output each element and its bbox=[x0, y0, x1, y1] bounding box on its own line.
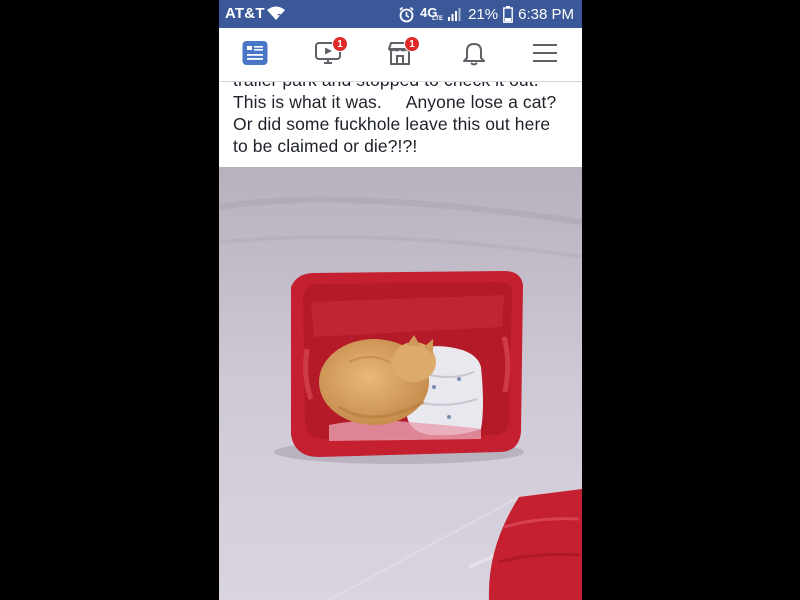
phone-screen: AT&T ? 4G LTE 21% 6:38 PM 1 1 This is wh… bbox=[219, 0, 582, 600]
status-bar: AT&T ? 4G LTE 21% 6:38 PM bbox=[219, 0, 582, 28]
post-text-line: Or did some fuckhole leave this out here bbox=[233, 114, 551, 134]
battery-percent: 21% bbox=[468, 5, 499, 23]
post-text: trailer park and stopped to check it out… bbox=[219, 82, 582, 167]
alarm-icon bbox=[398, 6, 415, 23]
network-sub-label: LTE bbox=[432, 16, 443, 22]
carrier-label: AT&T bbox=[225, 5, 265, 22]
battery-icon bbox=[503, 5, 514, 23]
cat-in-bin-photo bbox=[219, 167, 582, 600]
nav-watch[interactable]: 1 bbox=[308, 36, 348, 72]
wifi-icon: ? bbox=[266, 5, 286, 25]
nav-notifications[interactable] bbox=[454, 38, 494, 72]
post-photo[interactable] bbox=[219, 167, 582, 600]
hamburger-menu-icon bbox=[531, 39, 559, 72]
nav-news-feed[interactable] bbox=[235, 38, 275, 72]
signal-strength-icon bbox=[447, 7, 463, 22]
top-nav-bar: 1 1 bbox=[219, 28, 582, 82]
watch-badge: 1 bbox=[332, 36, 348, 52]
post-text-line: to be claimed or die?!?! bbox=[233, 136, 418, 156]
post-text-line: trailer park and stopped to check it out… bbox=[233, 82, 539, 91]
nav-marketplace[interactable]: 1 bbox=[380, 36, 420, 72]
clock-time: 6:38 PM bbox=[518, 5, 574, 23]
svg-text:?: ? bbox=[277, 13, 282, 21]
nav-menu[interactable] bbox=[525, 38, 565, 72]
status-indicators: 4G LTE 21% 6:38 PM bbox=[398, 5, 574, 23]
marketplace-badge: 1 bbox=[404, 36, 420, 52]
news-feed-icon bbox=[241, 39, 269, 72]
post-text-line: This is what it was. Anyone lose a cat? bbox=[233, 92, 557, 112]
network-type-indicator: 4G LTE bbox=[420, 5, 443, 23]
bell-icon bbox=[460, 39, 488, 72]
